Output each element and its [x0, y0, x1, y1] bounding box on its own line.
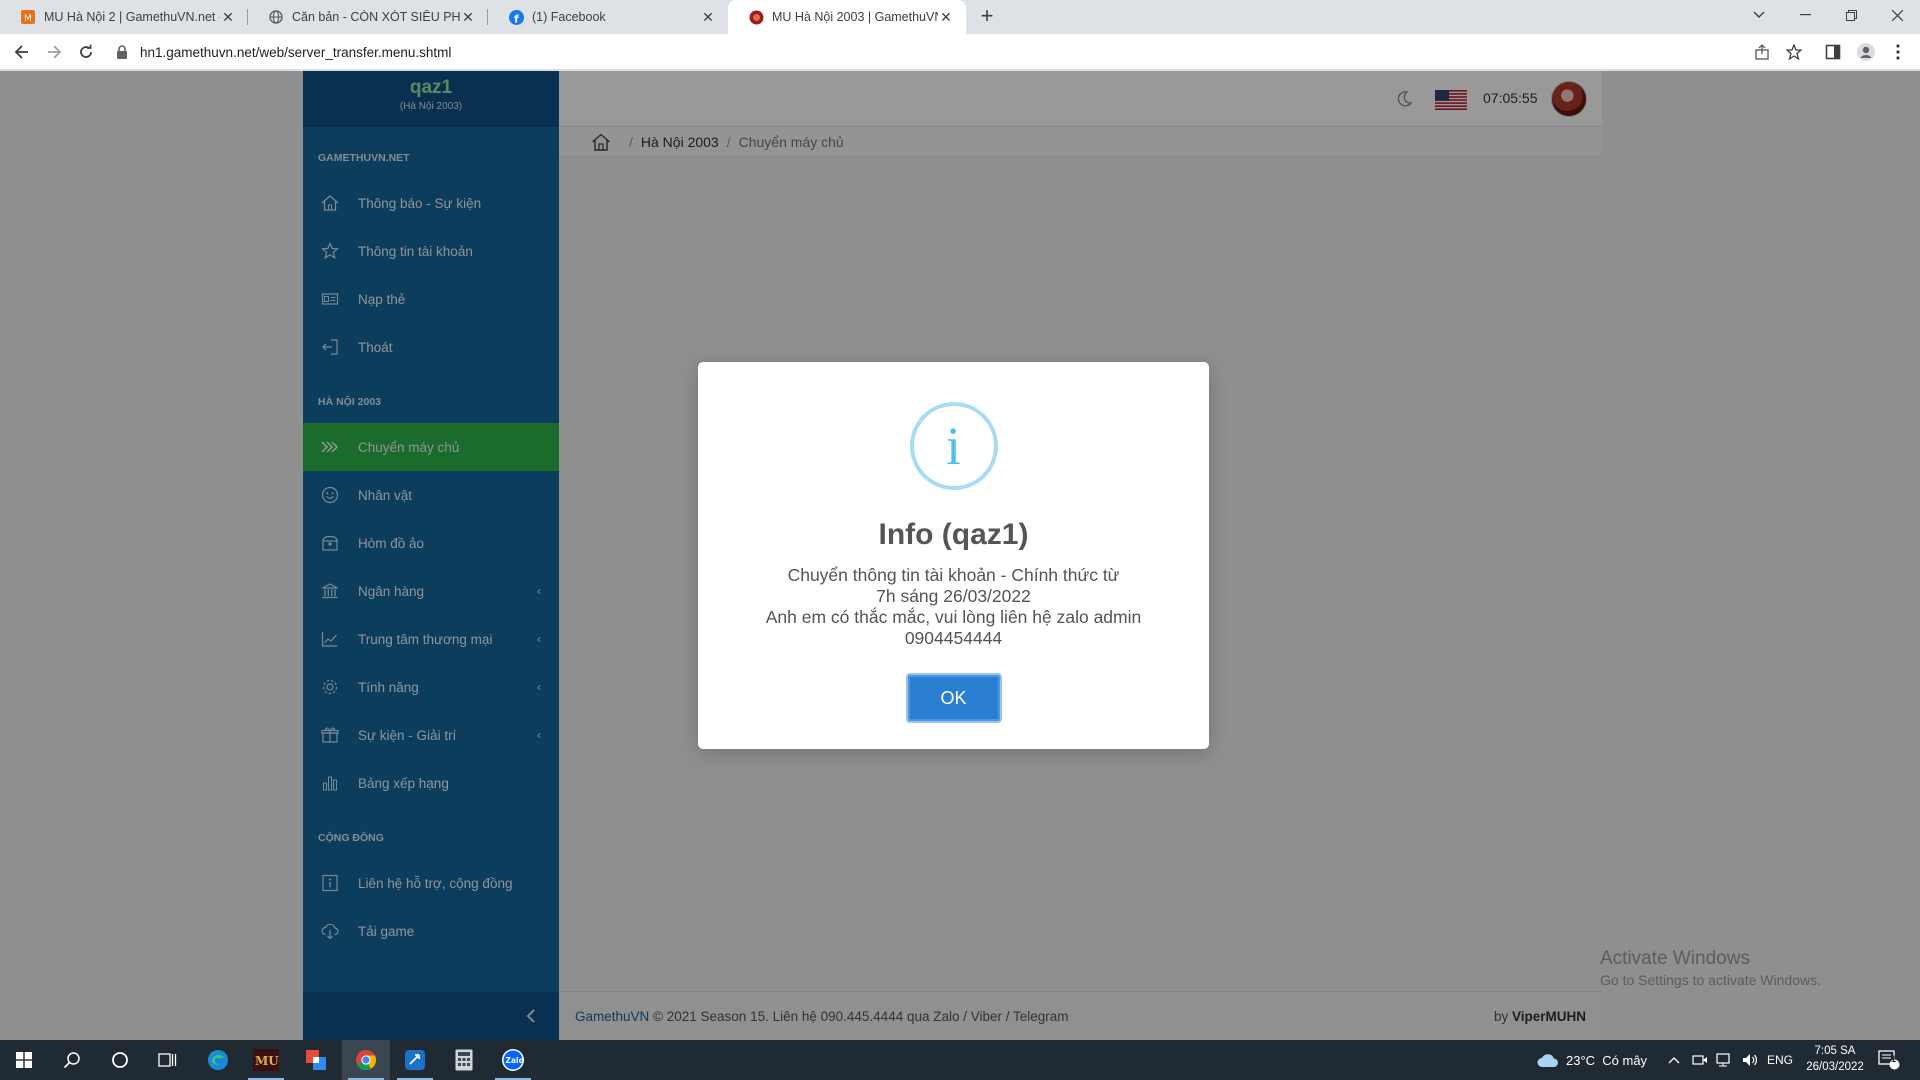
url-text: hn1.gamethuvn.net/web/server_transfer.me…: [140, 44, 452, 60]
tab-title: MU Hà Nội 2003 | GamethuVN.n: [772, 10, 938, 24]
info-icon: i: [909, 402, 998, 490]
lock-icon: [116, 45, 130, 59]
notification-count: 1: [1891, 1054, 1897, 1064]
tab-close-icon[interactable]: ✕: [700, 9, 716, 25]
weather-text: 23°C Có mây: [1566, 1052, 1648, 1068]
weather-widget[interactable]: 23°C Có mây: [1536, 1040, 1647, 1080]
new-tab-button[interactable]: +: [975, 5, 999, 29]
mu-red-icon: [748, 9, 764, 25]
taskbar-clock[interactable]: 7:05 SA 26/03/2022: [1795, 1043, 1875, 1075]
tab-close-icon[interactable]: ✕: [220, 9, 236, 25]
cloud-icon: [1537, 1054, 1558, 1067]
web-page: qaz1 (Hà Nội 2003) GAMETHUVN.NET Thông b…: [0, 71, 1920, 1040]
browser-tab-strip: M MU Hà Nội 2 | GamethuVN.net - ✕ Căn bả…: [0, 0, 1920, 34]
browser-toolbar: hn1.gamethuvn.net/web/server_transfer.me…: [0, 34, 1920, 70]
tray-overflow-chevron-icon[interactable]: [1668, 1040, 1680, 1080]
notification-center-icon[interactable]: 1: [1878, 1040, 1900, 1080]
search-icon[interactable]: [48, 1040, 96, 1080]
address-bar[interactable]: hn1.gamethuvn.net/web/server_transfer.me…: [108, 38, 1798, 66]
back-button[interactable]: [10, 40, 34, 64]
dialog-title: Info (qaz1): [878, 518, 1029, 551]
tab-can-ban[interactable]: Căn bản - CÒN XÓT SIÊU PHẨM ✕: [248, 0, 488, 34]
facebook-icon: f: [508, 9, 524, 25]
side-panel-icon[interactable]: [1823, 42, 1843, 62]
taskbar-time: 7:05 SA: [1814, 1045, 1856, 1057]
tab-title: MU Hà Nội 2 | GamethuVN.net -: [44, 10, 220, 24]
edge-icon[interactable]: [194, 1040, 242, 1080]
browser-menu-icon[interactable]: [1888, 42, 1908, 62]
tab-title: (1) Facebook: [532, 10, 606, 24]
dialog-message-line: 7h sáng 26/03/2022: [876, 586, 1031, 606]
tab-close-icon[interactable]: ✕: [460, 9, 476, 25]
minimize-icon[interactable]: [1782, 0, 1828, 30]
network-icon[interactable]: [1716, 1040, 1734, 1080]
share-icon[interactable]: [1752, 42, 1772, 62]
windows-start-icon[interactable]: [0, 1040, 48, 1080]
close-window-icon[interactable]: [1874, 0, 1920, 30]
bookmark-star-icon[interactable]: [1784, 42, 1804, 62]
taskbar-date: 26/03/2022: [1806, 1061, 1864, 1073]
chrome-icon[interactable]: [342, 1040, 390, 1080]
info-dialog: i Info (qaz1) Chuyển thông tin tài khoản…: [698, 362, 1209, 749]
zalo-icon[interactable]: Zalo: [489, 1040, 537, 1080]
reload-button[interactable]: [74, 40, 98, 64]
app-launcher-icon[interactable]: [292, 1040, 340, 1080]
tab-mu-hanoi-2[interactable]: M MU Hà Nội 2 | GamethuVN.net - ✕: [0, 0, 248, 34]
forward-button[interactable]: [42, 40, 66, 64]
input-language[interactable]: ENG: [1767, 1040, 1793, 1080]
svg-text:M: M: [24, 14, 32, 24]
dialog-message-line: Anh em có thắc mắc, vui lòng liên hệ zal…: [765, 607, 1142, 627]
meet-now-icon[interactable]: [1692, 1040, 1708, 1080]
ok-button[interactable]: OK: [905, 673, 1002, 723]
dialog-message-line: 0904454444: [904, 628, 1003, 648]
mu-game-icon: M: [20, 9, 36, 25]
dialog-message-line: Chuyển thông tin tài khoản - Chính thức …: [787, 565, 1120, 585]
tab-close-icon[interactable]: ✕: [938, 9, 954, 25]
remote-desktop-icon[interactable]: [391, 1040, 439, 1080]
mu-game-taskbar-icon[interactable]: MU: [242, 1040, 290, 1080]
tab-title: Căn bản - CÒN XÓT SIÊU PHẨM: [292, 10, 460, 24]
volume-icon[interactable]: [1742, 1040, 1760, 1080]
svg-text:Zalo: Zalo: [506, 1056, 524, 1065]
tab-facebook[interactable]: f (1) Facebook ✕: [488, 0, 728, 34]
dialog-message: Chuyển thông tin tài khoản - Chính thức …: [698, 565, 1209, 649]
windows-taskbar: MU Zalo 23°C Có mây ENG 7:05 SA 26/03/20…: [0, 1040, 1920, 1080]
task-view-icon[interactable]: [144, 1040, 192, 1080]
calculator-icon[interactable]: [440, 1040, 488, 1080]
globe-icon: [268, 9, 284, 25]
tab-mu-hanoi-2003[interactable]: MU Hà Nội 2003 | GamethuVN.n ✕: [728, 0, 966, 34]
profile-icon[interactable]: [1856, 42, 1876, 62]
tab-search-chevron-icon[interactable]: [1736, 0, 1782, 30]
svg-text:MU: MU: [255, 1054, 279, 1068]
cortana-icon[interactable]: [96, 1040, 144, 1080]
restore-icon[interactable]: [1828, 0, 1874, 30]
svg-text:f: f: [514, 12, 519, 25]
